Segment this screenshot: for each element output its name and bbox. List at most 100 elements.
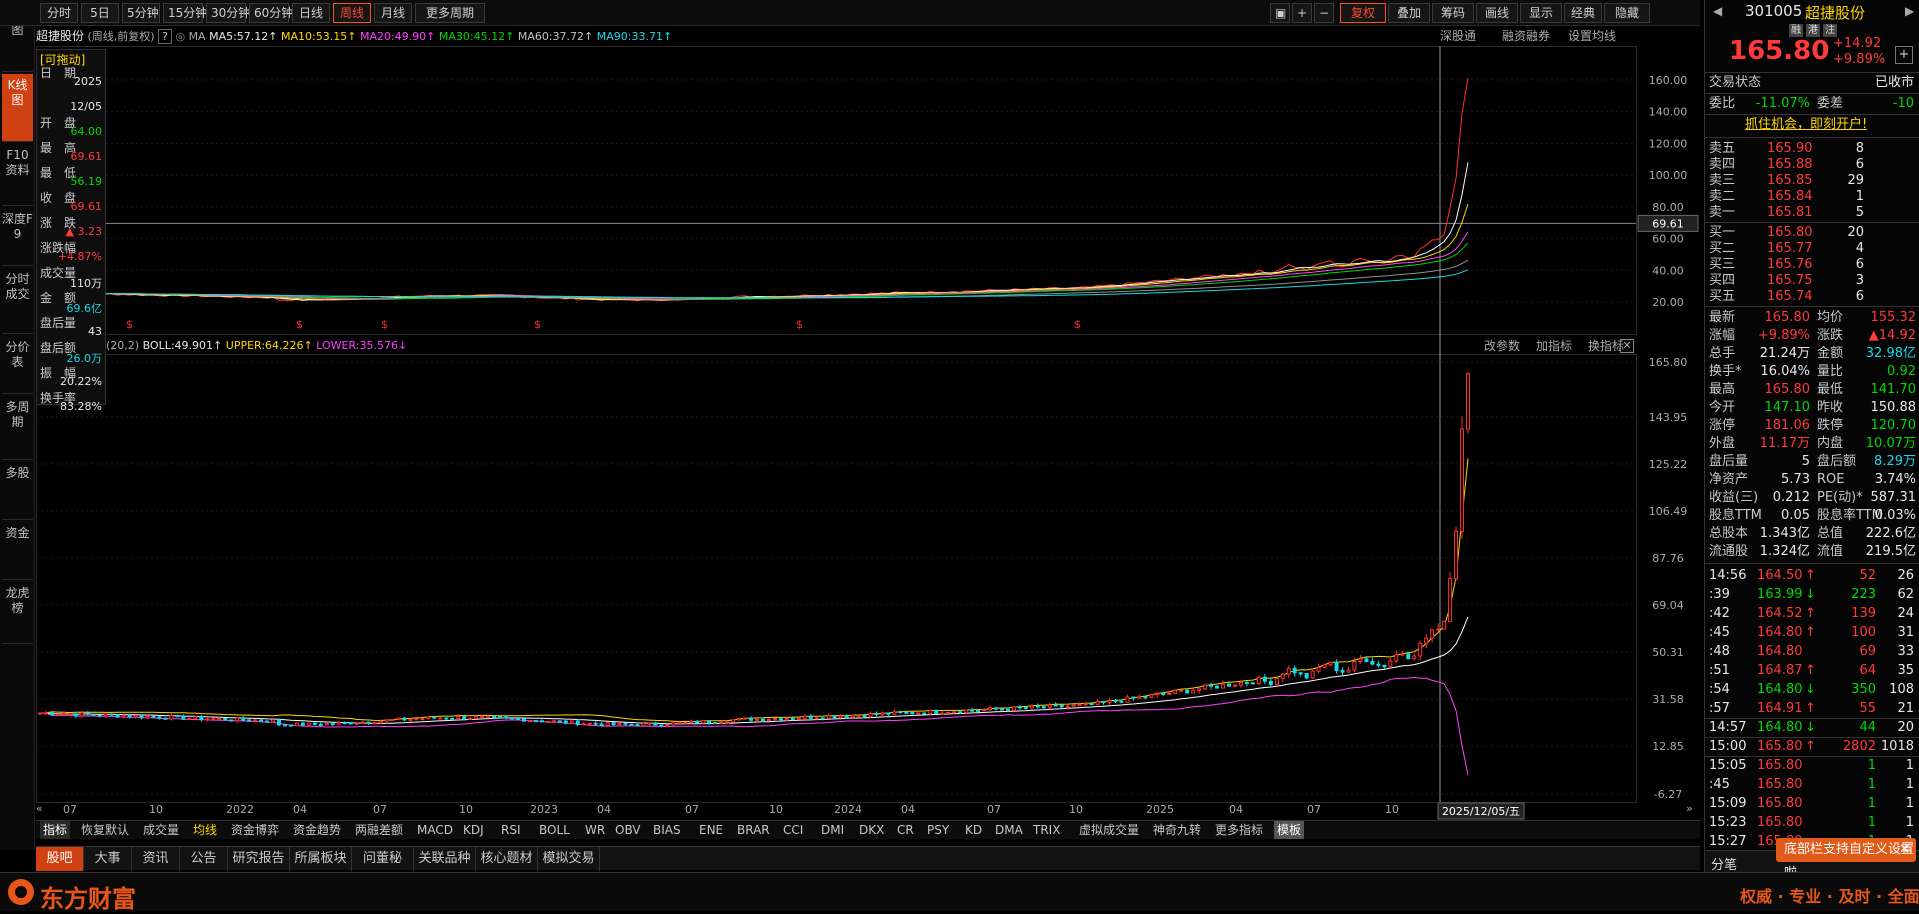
period-8[interactable]: 月线: [374, 3, 412, 23]
candle-body: [187, 717, 192, 720]
indicator-4[interactable]: 资金博弈: [228, 821, 282, 839]
bottom-tab-2[interactable]: 资讯: [132, 847, 180, 871]
left-tab-7[interactable]: 多股: [2, 462, 33, 520]
period-2[interactable]: 5分钟: [122, 3, 160, 23]
kline-chart[interactable]: $ $ $ $ $ $ 160.00 140.00 120.00 100.00 80.00 60.0…: [36, 46, 1704, 820]
link-change-param[interactable]: 改参数: [1484, 337, 1520, 355]
candle-body: [1316, 666, 1321, 672]
left-tab-3[interactable]: 深度F9: [2, 208, 33, 266]
candle-body: [396, 717, 401, 721]
period-3[interactable]: 15分钟: [163, 3, 207, 23]
period-0[interactable]: 分时: [40, 3, 78, 23]
tick-row-3: :45 164.80 ↑ 100 31: [1705, 624, 1919, 642]
stat-row-9: 净资产 5.73 ROE 3.74%: [1705, 471, 1919, 489]
toolbar-btn-0[interactable]: 复权: [1340, 3, 1386, 23]
indicator-17[interactable]: DMI: [818, 821, 847, 839]
bottom-tab-5[interactable]: 所属板块: [290, 847, 352, 871]
customize-toast[interactable]: 底部栏支持自定义设置啦 ✕: [1776, 838, 1916, 881]
period-7[interactable]: 周线: [333, 3, 371, 23]
bottom-tab-9[interactable]: 模拟交易: [538, 847, 600, 871]
tick-row-2: :42 164.52 ↑ 139 24: [1705, 605, 1919, 623]
toolbar-btn-1[interactable]: 叠加: [1388, 3, 1430, 23]
indicator-25[interactable]: 神奇九转: [1150, 821, 1204, 839]
layout-icon[interactable]: ▣: [1270, 3, 1290, 23]
indicator-22[interactable]: DMA: [992, 821, 1026, 839]
candle-body: [563, 720, 568, 724]
close-indicator-icon[interactable]: ✕: [1620, 339, 1634, 353]
bottom-tab-8[interactable]: 核心题材: [476, 847, 538, 871]
candle-body: [850, 714, 855, 718]
period-6[interactable]: 日线: [292, 3, 330, 23]
next-stock-icon[interactable]: ▶: [1905, 4, 1914, 18]
indicator-20[interactable]: PSY: [924, 821, 952, 839]
left-tab-9[interactable]: 龙虎榜: [2, 582, 33, 644]
indicator-8[interactable]: KDJ: [460, 821, 487, 839]
indicator-2[interactable]: 成交量: [140, 821, 182, 839]
indicator-11[interactable]: WR: [582, 821, 608, 839]
toolbar-btn-6[interactable]: 隐藏: [1604, 3, 1650, 23]
indicator-16[interactable]: CCI: [780, 821, 806, 839]
bottom-tab-7[interactable]: 关联品种: [414, 847, 476, 871]
bottom-tab-6[interactable]: 问董秘: [352, 847, 414, 871]
scroll-right-icon[interactable]: »: [1686, 802, 1700, 816]
left-tab-4[interactable]: 分时成交: [2, 268, 33, 334]
indicator-14[interactable]: ENE: [696, 821, 726, 839]
period-4[interactable]: 30分钟: [206, 3, 250, 23]
left-tab-2[interactable]: F10资料: [2, 144, 33, 206]
tab-ticks[interactable]: 分笔: [1711, 854, 1737, 873]
close-toast-icon[interactable]: ✕: [1899, 838, 1910, 862]
info-value-7: +4.87%: [57, 250, 102, 263]
indicator-15[interactable]: BRAR: [734, 821, 773, 839]
ma-settings-icon[interactable]: ◎: [175, 30, 185, 43]
left-tab-5[interactable]: 分价表: [2, 336, 33, 394]
toolbar-btn-3[interactable]: 画线: [1476, 3, 1518, 23]
candle-body: [1364, 658, 1369, 663]
indicator-9[interactable]: RSI: [498, 821, 524, 839]
link-swap-indicator[interactable]: 换指标: [1588, 337, 1624, 355]
indicator-18[interactable]: DKX: [856, 821, 887, 839]
link-margin[interactable]: 融资融券: [1502, 26, 1550, 46]
left-tab-1[interactable]: K线图: [2, 74, 33, 142]
indicator-27[interactable]: 模板: [1274, 821, 1305, 839]
period-9[interactable]: 更多周期: [415, 3, 485, 23]
toolbar-btn-2[interactable]: 筹码: [1432, 3, 1474, 23]
kline-info-box[interactable]: [可拖动] 日 期 2025 12/05 开 盘 64.00 最 高 69.61 最 低 56.…: [36, 49, 106, 413]
bottom-tab-1[interactable]: 大事: [84, 847, 132, 871]
indicator-0[interactable]: 指标: [40, 821, 71, 839]
zoom-out-icon[interactable]: −: [1314, 3, 1334, 23]
indicator-23[interactable]: TRIX: [1030, 821, 1063, 839]
left-tab-8[interactable]: 资金: [2, 522, 33, 580]
period-1[interactable]: 5日: [81, 3, 119, 23]
period-5[interactable]: 60分钟: [249, 3, 293, 23]
indicator-3[interactable]: 均线: [190, 821, 220, 839]
help-icon[interactable]: ?: [158, 29, 172, 44]
open-account-link[interactable]: 抓住机会，即刻开户!: [1745, 116, 1867, 134]
candle-body: [1376, 663, 1381, 666]
indicator-26[interactable]: 更多指标: [1212, 821, 1266, 839]
zoom-in-icon[interactable]: +: [1292, 3, 1312, 23]
tick-vol-8: 44: [1859, 720, 1876, 735]
indicator-19[interactable]: CR: [894, 821, 917, 839]
indicator-21[interactable]: KD: [962, 821, 985, 839]
prev-stock-icon[interactable]: ◀: [1713, 4, 1722, 18]
link-add-indicator[interactable]: 加指标: [1536, 337, 1572, 355]
bottom-tab-0[interactable]: 股吧: [36, 847, 84, 871]
link-set-ma[interactable]: 设置均线: [1568, 26, 1616, 46]
indicator-24[interactable]: 虚拟成交量: [1076, 821, 1142, 839]
bottom-tab-4[interactable]: 研究报告: [228, 847, 290, 871]
indicator-12[interactable]: OBV: [612, 821, 644, 839]
indicator-13[interactable]: BIAS: [650, 821, 684, 839]
left-tab-6[interactable]: 多周期: [2, 396, 33, 460]
indicator-5[interactable]: 资金趋势: [290, 821, 344, 839]
add-watchlist-button[interactable]: +: [1895, 46, 1913, 64]
scroll-left-icon[interactable]: «: [36, 802, 50, 816]
indicator-6[interactable]: 两融差额: [352, 821, 406, 839]
link-sgt[interactable]: 深股通: [1440, 26, 1476, 46]
indicator-7[interactable]: MACD: [414, 821, 456, 839]
bottom-tab-3[interactable]: 公告: [180, 847, 228, 871]
indicator-1[interactable]: 恢复默认: [78, 821, 132, 839]
tick-row-0: 14:56 164.50 ↑ 52 26: [1705, 567, 1919, 585]
toolbar-btn-4[interactable]: 显示: [1520, 3, 1562, 23]
toolbar-btn-5[interactable]: 经典: [1564, 3, 1602, 23]
indicator-10[interactable]: BOLL: [536, 821, 573, 839]
